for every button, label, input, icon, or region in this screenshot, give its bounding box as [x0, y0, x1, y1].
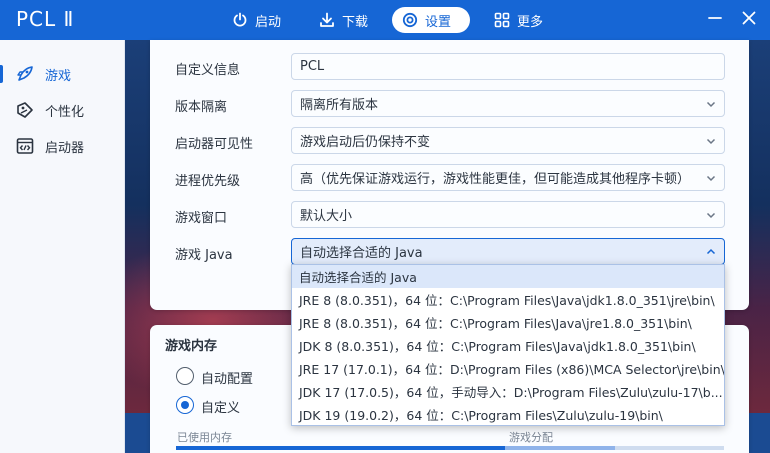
java-option[interactable]: JRE 17 (17.0.1)，64 位：D:\Program Files (x… — [292, 357, 724, 380]
memory-used-bar — [176, 446, 505, 450]
nav-download-button[interactable]: 下载 — [309, 7, 378, 33]
sidebar-item-personalize[interactable]: 个性化 — [0, 92, 125, 128]
download-icon — [319, 12, 335, 28]
code-window-icon — [16, 137, 34, 155]
game-window-value: 默认大小 — [300, 209, 353, 224]
radio-custom[interactable] — [176, 396, 194, 414]
sidebar-item-launcher[interactable]: 启动器 — [0, 128, 125, 164]
memory-alloc-bar — [505, 446, 615, 450]
chevron-down-icon — [706, 101, 716, 108]
version-isolation-select[interactable]: 隔离所有版本 — [291, 90, 725, 117]
java-option[interactable]: JDK 19 (19.0.2)，64 位：C:\Program Files\Zu… — [292, 403, 724, 426]
sidebar-item-label: 游戏 — [45, 68, 72, 84]
custom-info-input[interactable]: PCL — [291, 53, 725, 80]
nav-launch-button[interactable]: 启动 — [222, 7, 291, 33]
java-option[interactable]: 自动选择合适的 Java — [292, 265, 724, 288]
chevron-up-icon — [706, 248, 716, 255]
launcher-visibility-value: 游戏启动后仍保持不变 — [300, 135, 431, 150]
radio-auto-config-label[interactable]: 自动配置 — [201, 368, 253, 387]
java-option[interactable]: JDK 17 (17.0.5)，64 位，手动导入：D:\Program Fil… — [292, 380, 724, 403]
title-bar: PCL Ⅱ 启动 下载 设置 更多 — [0, 0, 770, 40]
sidebar-item-label: 个性化 — [45, 104, 85, 120]
chevron-down-icon — [706, 175, 716, 182]
field-label-game-java: 游戏 Java — [175, 248, 233, 263]
minimize-button[interactable] — [704, 9, 726, 31]
nav-settings-label: 设置 — [425, 14, 452, 30]
nav-download-label: 下载 — [342, 14, 369, 30]
memory-alloc-label: 游戏分配 — [509, 431, 553, 444]
close-icon — [741, 10, 757, 30]
nav-more-button[interactable]: 更多 — [484, 7, 553, 33]
close-button[interactable] — [738, 9, 760, 31]
java-option[interactable]: JDK 8 (8.0.351)，64 位：C:\Program Files\Ja… — [292, 334, 724, 357]
nav-more-label: 更多 — [517, 14, 544, 30]
power-icon — [232, 12, 248, 28]
field-label-game-window: 游戏窗口 — [175, 211, 228, 226]
memory-title: 游戏内存 — [165, 339, 218, 354]
launcher-visibility-select[interactable]: 游戏启动后仍保持不变 — [291, 127, 725, 154]
minimize-icon — [707, 10, 723, 30]
chevron-down-icon — [706, 138, 716, 145]
java-option[interactable]: JRE 8 (8.0.351)，64 位：C:\Program Files\Ja… — [292, 311, 724, 334]
field-label-process-priority: 进程优先级 — [175, 174, 241, 189]
radio-custom-label[interactable]: 自定义 — [201, 397, 240, 416]
settings-icon — [402, 12, 418, 28]
field-label-version-isolation: 版本隔离 — [175, 100, 228, 115]
memory-used-label: 已使用内存 — [177, 431, 232, 444]
chevron-down-icon — [706, 212, 716, 219]
process-priority-select[interactable]: 高（优先保证游戏运行，游戏性能更佳，但可能造成其他程序卡顿） — [291, 164, 725, 191]
game-window-select[interactable]: 默认大小 — [291, 201, 725, 228]
palette-icon — [16, 101, 34, 119]
field-label-custom-info: 自定义信息 — [175, 63, 241, 78]
game-java-value: 自动选择合适的 Java — [300, 246, 423, 261]
game-java-select[interactable]: 自动选择合适的 Java — [291, 238, 725, 265]
radio-auto-config[interactable] — [176, 367, 194, 385]
nav-launch-label: 启动 — [255, 14, 282, 30]
field-label-launcher-visibility: 启动器可见性 — [175, 137, 254, 152]
rocket-icon — [16, 65, 34, 83]
app-title: PCL Ⅱ — [16, 7, 75, 31]
java-option[interactable]: JRE 8 (8.0.351)，64 位：C:\Program Files\Ja… — [292, 288, 724, 311]
sidebar-item-label: 启动器 — [45, 140, 85, 156]
version-isolation-value: 隔离所有版本 — [300, 98, 379, 113]
grid-icon — [494, 12, 510, 28]
sidebar-item-game[interactable]: 游戏 — [0, 56, 125, 92]
process-priority-value: 高（优先保证游戏运行，游戏性能更佳，但可能造成其他程序卡顿） — [300, 172, 691, 187]
custom-info-value: PCL — [300, 59, 325, 74]
sidebar: 游戏 个性化 启动器 — [0, 40, 125, 453]
java-dropdown-list: 自动选择合适的 Java JRE 8 (8.0.351)，64 位：C:\Prog… — [291, 264, 725, 426]
nav-settings-button[interactable]: 设置 — [392, 7, 470, 33]
